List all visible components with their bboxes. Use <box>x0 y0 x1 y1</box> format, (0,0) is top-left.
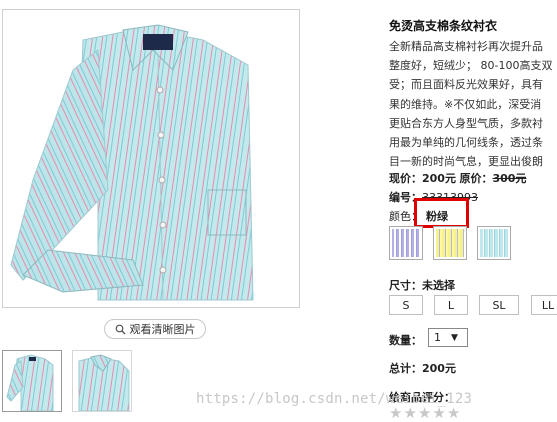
original-price-label: 原价： <box>459 172 493 185</box>
total-value: 200元 <box>422 362 456 375</box>
star-icon[interactable]: ★ <box>447 406 460 421</box>
star-icon[interactable]: ★ <box>418 406 431 421</box>
description-line: 用最为单纯的几何线条，透过条 <box>389 136 543 150</box>
total-label: 总计： <box>389 362 422 375</box>
swatch-fill <box>392 229 420 257</box>
shirt-image <box>10 24 254 301</box>
caret-down-icon: ▼ <box>451 332 458 343</box>
product-main-image[interactable] <box>2 9 300 308</box>
color-swatch-green[interactable] <box>477 226 511 260</box>
description-line: 整度好，短绒少； 80-100高支双 <box>389 59 553 73</box>
quantity-value: 1 <box>434 331 441 344</box>
original-price-value: 300元 <box>492 172 527 185</box>
rating-label: 给商品评分： <box>389 391 455 404</box>
color-swatch-purple[interactable] <box>389 226 423 260</box>
price-value: 200元 <box>422 172 456 185</box>
thumbnail-1[interactable] <box>2 350 62 412</box>
swatch-fill <box>436 229 464 257</box>
shirt-thumbnail-image <box>6 354 54 411</box>
zoom-image-button[interactable]: 观看清晰图片 <box>104 319 206 339</box>
quantity-select[interactable]: 1 ▼ <box>428 328 468 347</box>
size-option-ll[interactable]: LL <box>531 295 557 315</box>
product-description: 全新精品高支棉衬衫再次提升品 整度好，短绒少； 80-100高支双 受；而且面料… <box>389 37 557 171</box>
price-row: 现价：200元 原价：300元 <box>389 170 526 186</box>
description-line: 全新精品高支棉衬衫再次提升品 <box>389 40 543 53</box>
size-option-s[interactable]: S <box>389 295 423 315</box>
size-option-l[interactable]: L <box>434 295 468 315</box>
star-icon[interactable]: ★ <box>432 406 445 421</box>
magnifier-icon <box>115 324 125 334</box>
description-line: 果的维持。※不仅如此，深受消 <box>389 97 542 111</box>
highlight-annotation-box <box>414 198 469 228</box>
description-line: 受；而且面料反光效果好，具有 <box>389 78 543 92</box>
zoom-image-label: 观看清晰图片 <box>129 323 196 336</box>
size-label: 尺寸： <box>389 279 422 292</box>
total-row: 总计：200元 <box>389 360 456 376</box>
description-line: 目一新的时尚气息，更显出俊朗 <box>389 155 543 169</box>
product-title: 免烫高支棉条纹衬衣 <box>389 19 498 33</box>
rating-stars[interactable]: ★ ★ ★ ★ ★ <box>389 406 460 421</box>
quantity-label: 数量： <box>389 334 422 347</box>
price-label: 现价： <box>389 172 422 185</box>
thumbnail-2[interactable] <box>72 350 132 412</box>
color-swatch-yellow[interactable] <box>433 226 467 260</box>
star-icon[interactable]: ★ <box>403 406 416 421</box>
size-row: 尺寸：未选择 <box>389 277 455 293</box>
swatch-fill <box>480 229 508 257</box>
shirt-thumbnail-image <box>78 354 130 411</box>
size-option-sl[interactable]: SL <box>479 295 519 315</box>
description-line: 更贴合东方人身型气质，多款衬 <box>389 116 543 130</box>
star-icon[interactable]: ★ <box>389 406 402 421</box>
size-value: 未选择 <box>422 279 455 292</box>
